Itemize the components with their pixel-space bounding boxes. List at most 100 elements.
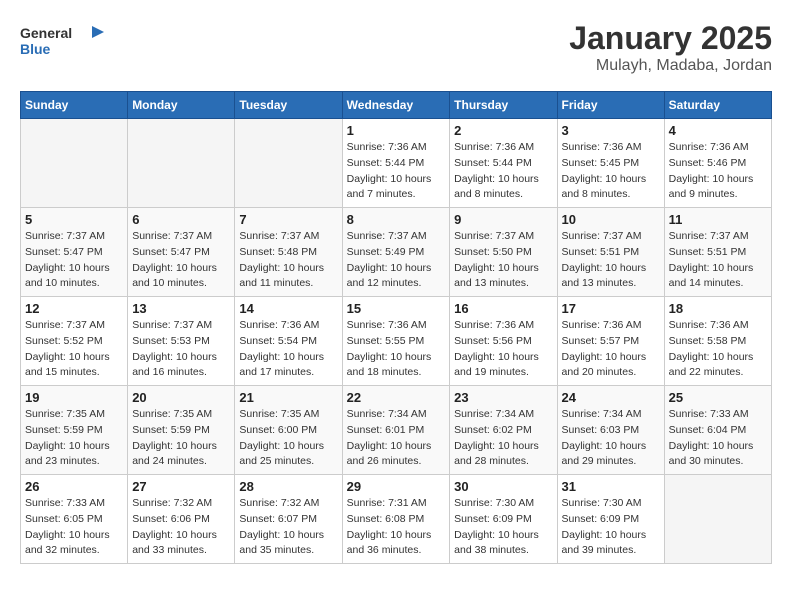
calendar-cell: 20 Sunrise: 7:35 AMSunset: 5:59 PMDayligh… <box>128 386 235 475</box>
calendar-cell: 14Sunrise: 7:36 AMSunset: 5:54 PMDayligh… <box>235 297 342 386</box>
day-number: 21 <box>239 390 337 405</box>
header-wednesday: Wednesday <box>342 92 450 119</box>
day-number: 7 <box>239 212 337 227</box>
calendar-week-row: 26 Sunrise: 7:33 AMSunset: 6:05 PMDayligh… <box>21 475 772 564</box>
day-number: 19 <box>25 390 123 405</box>
day-number: 24 <box>562 390 660 405</box>
calendar-title: January 2025 <box>569 20 772 57</box>
day-info: Sunrise: 7:36 AMSunset: 5:55 PMDaylight:… <box>347 318 446 381</box>
day-number: 12 <box>25 301 123 316</box>
day-info: Sunrise: 7:35 AMSunset: 5:59 PMDaylight:… <box>25 407 123 470</box>
calendar-cell: 23 Sunrise: 7:34 AMSunset: 6:02 PMDayligh… <box>450 386 557 475</box>
day-number: 11 <box>669 212 767 227</box>
calendar-cell <box>235 119 342 208</box>
day-number: 4 <box>669 123 767 138</box>
day-info: Sunrise: 7:37 AMSunset: 5:47 PMDaylight:… <box>25 229 123 292</box>
calendar-cell: 21 Sunrise: 7:35 AMSunset: 6:00 PMDayligh… <box>235 386 342 475</box>
day-info: Sunrise: 7:34 AMSunset: 6:03 PMDaylight:… <box>562 407 660 470</box>
day-number: 31 <box>562 479 660 494</box>
day-info: Sunrise: 7:37 AMSunset: 5:53 PMDaylight:… <box>132 318 230 381</box>
calendar-cell: 31 Sunrise: 7:30 AMSunset: 6:09 PMDayligh… <box>557 475 664 564</box>
day-number: 9 <box>454 212 552 227</box>
day-number: 28 <box>239 479 337 494</box>
svg-text:General: General <box>20 25 72 41</box>
day-info: Sunrise: 7:37 AMSunset: 5:52 PMDaylight:… <box>25 318 123 381</box>
day-info: Sunrise: 7:35 AMSunset: 5:59 PMDaylight:… <box>132 407 230 470</box>
day-info: Sunrise: 7:33 AMSunset: 6:04 PMDaylight:… <box>669 407 767 470</box>
day-number: 5 <box>25 212 123 227</box>
calendar-cell: 11 Sunrise: 7:37 AMSunset: 5:51 PMDayligh… <box>664 208 771 297</box>
day-number: 30 <box>454 479 552 494</box>
day-number: 18 <box>669 301 767 316</box>
day-info: Sunrise: 7:37 AMSunset: 5:51 PMDaylight:… <box>669 229 767 292</box>
day-info: Sunrise: 7:36 AMSunset: 5:57 PMDaylight:… <box>562 318 660 381</box>
title-block: January 2025 Mulayh, Madaba, Jordan <box>569 20 772 75</box>
day-info: Sunrise: 7:35 AMSunset: 6:00 PMDaylight:… <box>239 407 337 470</box>
header-friday: Friday <box>557 92 664 119</box>
logo-svg: GeneralBlue <box>20 20 110 60</box>
day-info: Sunrise: 7:31 AMSunset: 6:08 PMDaylight:… <box>347 496 446 559</box>
logo: GeneralBlue <box>20 20 110 60</box>
page-header: GeneralBlue January 2025 Mulayh, Madaba,… <box>20 20 772 75</box>
day-info: Sunrise: 7:36 AMSunset: 5:44 PMDaylight:… <box>347 140 446 203</box>
day-info: Sunrise: 7:36 AMSunset: 5:45 PMDaylight:… <box>562 140 660 203</box>
day-info: Sunrise: 7:33 AMSunset: 6:05 PMDaylight:… <box>25 496 123 559</box>
calendar-cell: 1 Sunrise: 7:36 AMSunset: 5:44 PMDaylight… <box>342 119 450 208</box>
calendar-cell: 4 Sunrise: 7:36 AMSunset: 5:46 PMDaylight… <box>664 119 771 208</box>
day-number: 1 <box>347 123 446 138</box>
calendar-cell: 28Sunrise: 7:32 AMSunset: 6:07 PMDayligh… <box>235 475 342 564</box>
day-number: 17 <box>562 301 660 316</box>
calendar-cell: 25 Sunrise: 7:33 AMSunset: 6:04 PMDayligh… <box>664 386 771 475</box>
day-number: 3 <box>562 123 660 138</box>
calendar-cell: 26 Sunrise: 7:33 AMSunset: 6:05 PMDayligh… <box>21 475 128 564</box>
day-number: 14 <box>239 301 337 316</box>
calendar-cell: 6 Sunrise: 7:37 AMSunset: 5:47 PMDaylight… <box>128 208 235 297</box>
day-number: 22 <box>347 390 446 405</box>
calendar-cell: 27 Sunrise: 7:32 AMSunset: 6:06 PMDayligh… <box>128 475 235 564</box>
day-info: Sunrise: 7:34 AMSunset: 6:01 PMDaylight:… <box>347 407 446 470</box>
day-info: Sunrise: 7:36 AMSunset: 5:46 PMDaylight:… <box>669 140 767 203</box>
day-info: Sunrise: 7:30 AMSunset: 6:09 PMDaylight:… <box>454 496 552 559</box>
calendar-cell: 30 Sunrise: 7:30 AMSunset: 6:09 PMDayligh… <box>450 475 557 564</box>
day-info: Sunrise: 7:32 AMSunset: 6:06 PMDaylight:… <box>132 496 230 559</box>
day-number: 10 <box>562 212 660 227</box>
day-number: 25 <box>669 390 767 405</box>
calendar-cell: 13 Sunrise: 7:37 AMSunset: 5:53 PMDayligh… <box>128 297 235 386</box>
svg-text:Blue: Blue <box>20 41 51 57</box>
calendar-cell <box>21 119 128 208</box>
header-saturday: Saturday <box>664 92 771 119</box>
day-number: 23 <box>454 390 552 405</box>
calendar-cell: 7Sunrise: 7:37 AMSunset: 5:48 PMDaylight… <box>235 208 342 297</box>
calendar-cell: 18Sunrise: 7:36 AMSunset: 5:58 PMDayligh… <box>664 297 771 386</box>
calendar-cell: 15Sunrise: 7:36 AMSunset: 5:55 PMDayligh… <box>342 297 450 386</box>
calendar-cell: 12 Sunrise: 7:37 AMSunset: 5:52 PMDayligh… <box>21 297 128 386</box>
header-sunday: Sunday <box>21 92 128 119</box>
day-number: 27 <box>132 479 230 494</box>
day-info: Sunrise: 7:34 AMSunset: 6:02 PMDaylight:… <box>454 407 552 470</box>
calendar-cell: 2Sunrise: 7:36 AMSunset: 5:44 PMDaylight… <box>450 119 557 208</box>
calendar-cell: 17 Sunrise: 7:36 AMSunset: 5:57 PMDayligh… <box>557 297 664 386</box>
calendar-cell: 19 Sunrise: 7:35 AMSunset: 5:59 PMDayligh… <box>21 386 128 475</box>
calendar-cell: 22 Sunrise: 7:34 AMSunset: 6:01 PMDayligh… <box>342 386 450 475</box>
header-thursday: Thursday <box>450 92 557 119</box>
day-number: 2 <box>454 123 552 138</box>
day-number: 16 <box>454 301 552 316</box>
calendar-subtitle: Mulayh, Madaba, Jordan <box>569 57 772 75</box>
calendar-cell: 16 Sunrise: 7:36 AMSunset: 5:56 PMDayligh… <box>450 297 557 386</box>
day-number: 13 <box>132 301 230 316</box>
header-tuesday: Tuesday <box>235 92 342 119</box>
calendar-cell <box>128 119 235 208</box>
day-info: Sunrise: 7:37 AMSunset: 5:50 PMDaylight:… <box>454 229 552 292</box>
calendar-week-row: 1 Sunrise: 7:36 AMSunset: 5:44 PMDaylight… <box>21 119 772 208</box>
calendar-cell: 10Sunrise: 7:37 AMSunset: 5:51 PMDayligh… <box>557 208 664 297</box>
calendar-week-row: 19 Sunrise: 7:35 AMSunset: 5:59 PMDayligh… <box>21 386 772 475</box>
day-info: Sunrise: 7:36 AMSunset: 5:56 PMDaylight:… <box>454 318 552 381</box>
day-number: 20 <box>132 390 230 405</box>
calendar-header-row: Sunday Monday Tuesday Wednesday Thursday… <box>21 92 772 119</box>
day-number: 6 <box>132 212 230 227</box>
day-number: 26 <box>25 479 123 494</box>
day-info: Sunrise: 7:30 AMSunset: 6:09 PMDaylight:… <box>562 496 660 559</box>
day-info: Sunrise: 7:37 AMSunset: 5:49 PMDaylight:… <box>347 229 446 292</box>
day-info: Sunrise: 7:37 AMSunset: 5:47 PMDaylight:… <box>132 229 230 292</box>
calendar-cell: 5 Sunrise: 7:37 AMSunset: 5:47 PMDaylight… <box>21 208 128 297</box>
